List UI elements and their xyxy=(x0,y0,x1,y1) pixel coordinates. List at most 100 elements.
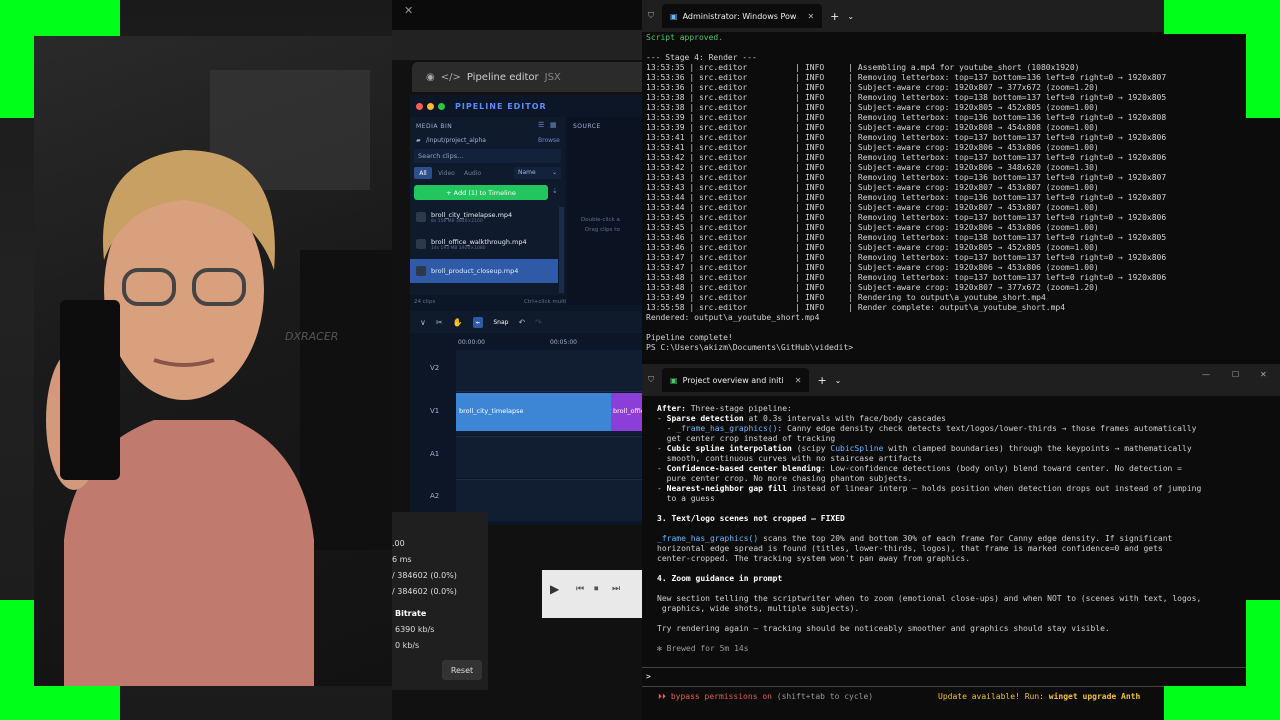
chevron-down-icon[interactable]: ∨ xyxy=(420,318,426,327)
text-span: at 0.3s intervals with face/body cascade… xyxy=(743,414,946,423)
section-text: graphics, wide shots, multiple subjects)… xyxy=(657,604,860,613)
minimize-icon[interactable]: — xyxy=(1202,370,1210,379)
text-span: : Canny edge density check detects text/… xyxy=(777,424,1197,433)
terminal-line: 13:53:41 | src.editor | INFO | Subject-a… xyxy=(646,143,1099,152)
filter-audio[interactable]: Audio xyxy=(464,170,481,177)
list-item[interactable]: broll_city_timelapse.mp4 8s 156 MB 3840×… xyxy=(410,205,558,229)
eye-icon: ◉ xyxy=(426,71,435,83)
filter-video[interactable]: Video xyxy=(438,170,455,177)
redo-icon[interactable]: ↷ xyxy=(535,318,542,327)
green-border xyxy=(0,0,34,118)
search-input[interactable]: Search clips... xyxy=(414,149,561,163)
change-list-item: to a guess xyxy=(657,494,1273,504)
download-icon[interactable]: ⇣ xyxy=(552,187,558,195)
terminal-line: 13:53:42 | src.editor | INFO | Removing … xyxy=(646,153,1167,162)
terminal-tab-title: Project overview and initi xyxy=(682,375,784,385)
maximize-icon[interactable]: ☐ xyxy=(1232,370,1239,379)
editor-tab[interactable]: ◉ </> Pipeline editor JSX xyxy=(412,62,642,92)
reset-button[interactable]: Reset xyxy=(442,660,482,680)
text-span: Cubic spline interpolation xyxy=(666,444,792,453)
text-span: - xyxy=(657,464,667,473)
shield-icon: ⛉ xyxy=(648,11,654,20)
terminal-line: Rendered: output\a_youtube_short.mp4 xyxy=(646,313,820,322)
terminal-line: 13:53:44 | src.editor | INFO | Subject-a… xyxy=(646,203,1099,212)
terminal-icon: ▣ xyxy=(670,375,678,385)
list-item-selected[interactable]: broll_product_closeup.mp4 xyxy=(410,259,558,283)
terminal-line: 13:53:39 | src.editor | INFO | Subject-a… xyxy=(646,123,1099,132)
grid-view-icon[interactable]: ▦ xyxy=(550,121,557,129)
close-icon[interactable]: ✕ xyxy=(404,4,413,17)
divider xyxy=(642,667,1280,668)
track-v2[interactable] xyxy=(456,350,642,392)
terminal-line: 13:53:38 | src.editor | INFO | Subject-a… xyxy=(646,103,1099,112)
add-to-timeline-button[interactable]: + Add (1) to Timeline xyxy=(414,185,548,200)
new-tab-icon[interactable]: + xyxy=(830,10,839,23)
browse-link[interactable]: Browse xyxy=(538,137,560,144)
text-span: Nearest-neighbor gap fill xyxy=(666,484,788,493)
text-span: - xyxy=(657,424,677,433)
change-list-item: - Confidence-based center blending: Low-… xyxy=(657,464,1273,474)
previous-icon[interactable]: ⏮ xyxy=(576,584,584,594)
close-tab-icon[interactable]: ✕ xyxy=(795,376,802,385)
update-notice: Update available! Run: xyxy=(938,692,1049,701)
claude-terminal-window: ⛉ ▣ Project overview and initi ✕ + ⌄ — ☐… xyxy=(642,364,1280,720)
text-span: - xyxy=(657,414,667,423)
terminal-line: 13:53:38 | src.editor | INFO | Removing … xyxy=(646,93,1167,102)
text-span: - xyxy=(657,484,667,493)
scissors-icon[interactable]: ✂ xyxy=(436,318,443,327)
terminal-tab[interactable]: ▣ Project overview and initi ✕ xyxy=(662,368,810,392)
pipeline-editor-heading: PIPELINE EDITOR xyxy=(455,101,547,111)
text-span: get center crop instead of tracking xyxy=(657,434,836,443)
terminal-line: 13:53:44 | src.editor | INFO | Removing … xyxy=(646,193,1167,202)
video-stats-panel: .00 6 ms / 384602 (0.0%) / 384602 (0.0%)… xyxy=(392,512,488,690)
snap-toggle[interactable]: Snap xyxy=(493,319,508,326)
timeline-clip[interactable]: broll_offic xyxy=(611,393,642,431)
close-tab-icon[interactable]: ✕ xyxy=(807,12,814,21)
editor-title: Pipeline editor xyxy=(466,71,539,83)
text-span: Sparse detection xyxy=(666,414,744,423)
microphone xyxy=(60,300,120,480)
timeline-clip[interactable]: broll_city_timelapse xyxy=(456,393,611,431)
powershell-window: ⛉ ▣ Administrator: Windows Pow ✕ + ⌄ Scr… xyxy=(642,0,1280,360)
update-command: winget upgrade Anth xyxy=(1048,692,1141,701)
list-view-icon[interactable]: ☰ xyxy=(538,121,544,129)
list-item[interactable]: broll_office_walkthrough.mp4 14s 193 MB … xyxy=(410,232,558,256)
section-heading: 4. Zoom guidance in prompt xyxy=(657,574,783,583)
terminal-line: 13:53:46 | src.editor | INFO | Removing … xyxy=(646,233,1167,242)
code-icon: </> xyxy=(440,71,461,83)
hand-icon[interactable]: ✋ xyxy=(453,318,463,327)
ruler-time: 00:00:00 xyxy=(458,339,485,346)
terminal-line: 13:53:41 | src.editor | INFO | Removing … xyxy=(646,133,1167,142)
filter-all[interactable]: All xyxy=(414,167,432,179)
code-ref: _frame_has_graphics() xyxy=(657,534,759,543)
traffic-light-red-icon[interactable] xyxy=(416,102,423,110)
prompt-input[interactable]: > xyxy=(646,672,651,682)
track-label-a1: A1 xyxy=(430,450,440,458)
source-hint: Drag clips to xyxy=(585,227,620,233)
media-bin: MEDIA BIN ☰ ▦ ▰ /input/project_alpha Bro… xyxy=(410,117,565,295)
chevron-down-icon[interactable]: ⌄ xyxy=(835,376,842,385)
section-text: scans the top 20% and bottom 30% of each… xyxy=(758,534,1173,543)
close-window-icon[interactable]: ✕ xyxy=(1260,370,1267,379)
new-tab-icon[interactable]: + xyxy=(817,374,826,387)
track-a1[interactable] xyxy=(456,436,642,478)
scrollbar[interactable] xyxy=(559,207,564,293)
text-span: : Low-confidence detections (body only) … xyxy=(820,464,1182,473)
change-list-item: get center crop instead of tracking xyxy=(657,434,1273,444)
clip-meta: 8s 156 MB 3840×2160 xyxy=(431,218,483,224)
pipeline-editor-window: ✕ ◉ </> Pipeline editor JSX PIPELINE EDI… xyxy=(392,0,642,720)
stop-icon[interactable]: ⏹ xyxy=(594,584,599,594)
terminal-tabbar: ⛉ ▣ Project overview and initi ✕ + ⌄ — ☐… xyxy=(642,364,1280,396)
chevron-down-icon[interactable]: ⌄ xyxy=(847,12,854,21)
terminal-tab[interactable]: ▣ Administrator: Windows Pow ✕ xyxy=(662,4,823,28)
traffic-light-yellow-icon[interactable] xyxy=(427,102,434,110)
undo-icon[interactable]: ↶ xyxy=(518,318,525,327)
traffic-light-green-icon[interactable] xyxy=(438,102,445,110)
text-span: _frame_has_graphics() xyxy=(676,424,778,433)
play-icon[interactable]: ▶ xyxy=(550,582,559,596)
next-icon[interactable]: ⏭ xyxy=(612,584,620,594)
sort-select[interactable]: Name ⌄ xyxy=(514,167,561,179)
green-border xyxy=(1164,686,1280,720)
magnet-icon[interactable]: ⌁ xyxy=(472,316,484,328)
